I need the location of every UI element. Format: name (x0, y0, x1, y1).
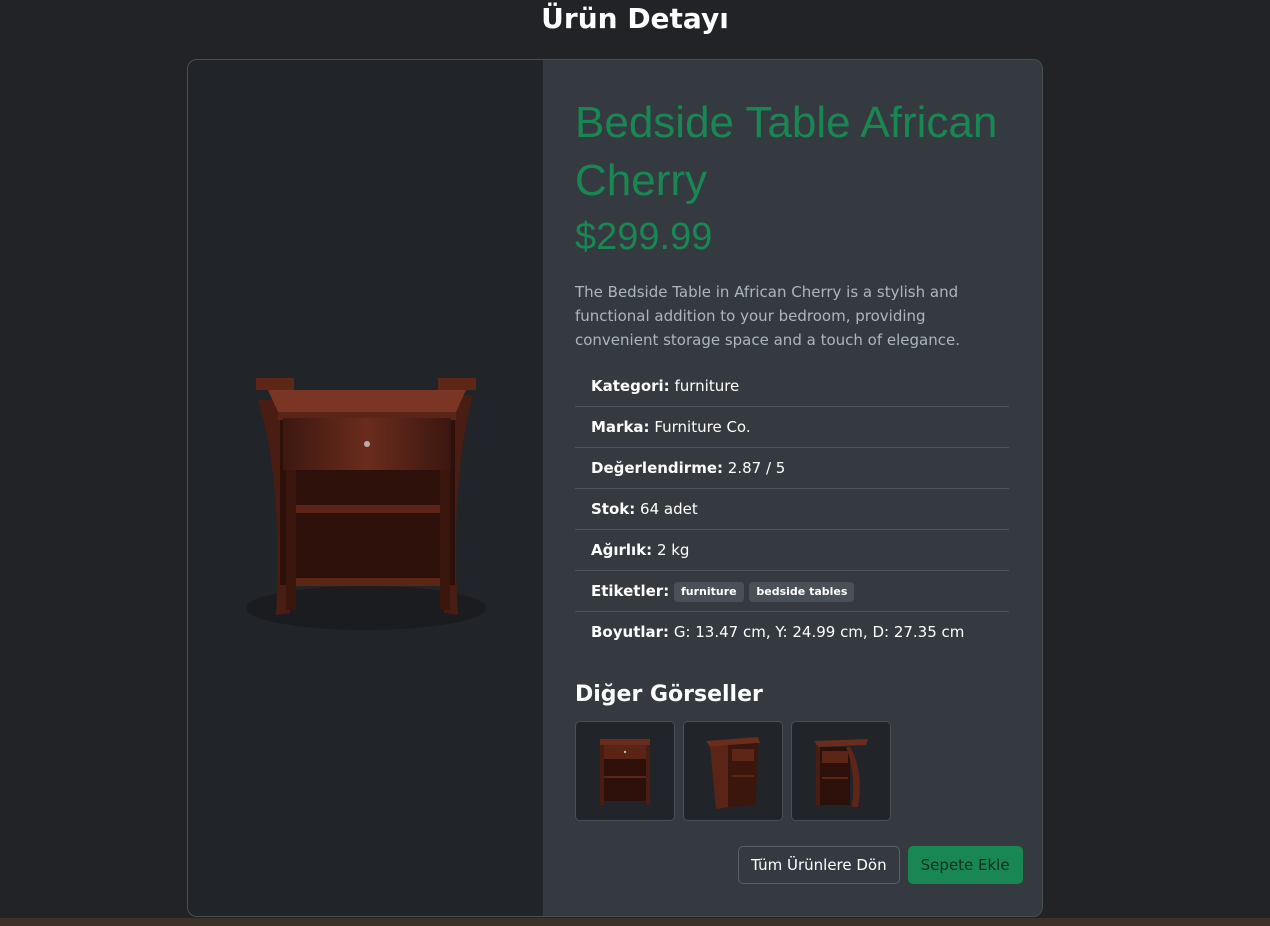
tag-badge: furniture (673, 581, 744, 602)
bedside-table-thumbnail-icon (706, 737, 760, 809)
spec-category: Kategori: furniture (575, 366, 1009, 407)
spec-label: Stok: (591, 500, 636, 518)
spec-value: furniture (674, 377, 740, 395)
gallery-thumbnails (575, 721, 1010, 821)
spec-label: Etiketler: (591, 582, 670, 600)
spec-label: Marka: (591, 418, 650, 436)
spec-label: Ağırlık: (591, 541, 653, 559)
spec-value: 2.87 / 5 (727, 459, 786, 477)
product-price: $299.99 (575, 216, 713, 258)
spec-label: Değerlendirme: (591, 459, 724, 477)
spec-value: 2 kg (656, 541, 690, 559)
spec-dimensions: Boyutlar: G: 13.47 cm, Y: 24.99 cm, D: 2… (575, 612, 1009, 652)
spec-stock: Stok: 64 adet (575, 489, 1009, 530)
bedside-table-thumbnail-icon (814, 739, 868, 807)
action-bar: Tüm Ürünlere Dön Sepete Ekle (738, 846, 1023, 884)
spec-label: Boyutlar: (591, 623, 670, 641)
spec-brand: Marka: Furniture Co. (575, 407, 1009, 448)
spec-value: 64 adet (640, 500, 698, 518)
gallery-thumbnail[interactable] (575, 721, 675, 821)
gallery-thumbnail[interactable] (791, 721, 891, 821)
spec-weight: Ağırlık: 2 kg (575, 530, 1009, 571)
product-details: Bedside Table African Cherry $299.99 The… (543, 60, 1042, 916)
spec-value: Furniture Co. (654, 418, 751, 436)
spec-value: G: 13.47 cm, Y: 24.99 cm, D: 27.35 cm (673, 623, 965, 641)
add-to-cart-button[interactable]: Sepete Ekle (907, 846, 1023, 884)
page-title: Ürün Detayı (541, 2, 729, 35)
product-image-pane (188, 60, 543, 916)
spec-tags: Etiketler: furniture bedside tables (575, 571, 1009, 612)
bedside-table-thumbnail-icon (600, 739, 650, 805)
footer-strip (0, 918, 1270, 926)
spec-list: Kategori: furniture Marka: Furniture Co.… (575, 366, 1009, 652)
product-description: The Bedside Table in African Cherry is a… (575, 283, 960, 349)
bedside-table-image (246, 378, 486, 630)
spec-label: Kategori: (591, 377, 670, 395)
back-to-products-button[interactable]: Tüm Ürünlere Dön (738, 846, 900, 884)
product-card: Bedside Table African Cherry $299.99 The… (187, 59, 1043, 917)
gallery-thumbnail[interactable] (683, 721, 783, 821)
spec-rating: Değerlendirme: 2.87 / 5 (575, 448, 1009, 489)
gallery-title: Diğer Görseller (575, 682, 763, 707)
product-title: Bedside Table African Cherry (575, 98, 998, 205)
tag-badge: bedside tables (749, 581, 855, 602)
